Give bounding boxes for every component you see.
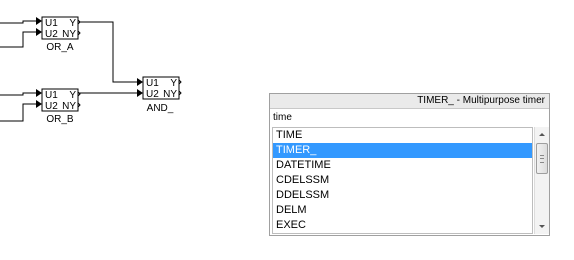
block-or-b[interactable]: U1 U2 Y NY OR_B: [41, 88, 79, 125]
block-or-a-name: OR_A: [46, 42, 74, 53]
wire-or-a-in1[interactable]: [0, 20, 36, 24]
block-or-a[interactable]: U1 U2 Y NY OR_A: [41, 16, 79, 53]
autocomplete-item-delm[interactable]: DELM: [273, 203, 532, 218]
block-or-b-name: OR_B: [46, 114, 74, 125]
block-and-input-u1: U1: [146, 78, 159, 89]
scroll-up-arrow-icon[interactable]: [535, 127, 549, 142]
grip-icon: [540, 155, 544, 163]
arrow-or-b-in2-icon: [36, 100, 42, 108]
block-or-b-input-u1: U1: [45, 90, 58, 101]
autocomplete-item-datetime[interactable]: DATETIME: [273, 158, 532, 173]
autocomplete-item-exec[interactable]: EXEC: [273, 218, 532, 233]
autocomplete-list[interactable]: TIME TIMER_ DATETIME CDELSSM DDELSSM DEL…: [272, 127, 533, 234]
autocomplete-description: TIMER_ - Multipurpose timer: [270, 94, 549, 109]
block-or-a-input-u2: U2: [45, 29, 58, 40]
block-and-name: AND_: [147, 103, 174, 114]
block-or-b-output-ny: NY: [62, 101, 76, 112]
autocomplete-item-ddelssm[interactable]: DDELSSM: [273, 188, 532, 203]
scroll-down-arrow-icon[interactable]: [535, 219, 549, 234]
arrow-and-in2-icon: [137, 89, 143, 97]
arrow-or-a-in2-icon: [36, 28, 42, 36]
wire-or-b-in2[interactable]: [0, 103, 36, 122]
block-or-b-output-y: Y: [69, 90, 76, 101]
autocomplete-scrollbar[interactable]: [534, 127, 549, 234]
block-and[interactable]: U1 U2 Y NY AND_: [142, 76, 180, 114]
autocomplete-item-cdelssm[interactable]: CDELSSM: [273, 173, 532, 188]
wire-or-a-to-and[interactable]: [79, 21, 137, 83]
autocomplete-item-timer[interactable]: TIMER_: [273, 143, 532, 158]
arrow-or-a-in1-icon: [36, 17, 42, 25]
wire-or-a-in2[interactable]: [0, 31, 36, 48]
function-autocomplete-popup[interactable]: TIMER_ - Multipurpose timer TIME TIMER_ …: [269, 93, 550, 236]
block-and-input-u2: U2: [146, 89, 159, 100]
arrow-and-in1-icon: [137, 78, 143, 86]
autocomplete-search-input[interactable]: [273, 110, 533, 124]
block-and-output-ny: NY: [163, 89, 177, 100]
scrollbar-thumb[interactable]: [536, 143, 548, 174]
arrow-or-b-in1-icon: [36, 89, 42, 97]
block-or-a-output-y: Y: [69, 18, 76, 29]
autocomplete-item-time[interactable]: TIME: [273, 128, 532, 143]
block-or-b-input-u2: U2: [45, 101, 58, 112]
block-and-output-y: Y: [170, 78, 177, 89]
block-or-a-input-u1: U1: [45, 18, 58, 29]
wire-or-b-in1[interactable]: [0, 92, 36, 96]
block-or-a-output-ny: NY: [62, 29, 76, 40]
